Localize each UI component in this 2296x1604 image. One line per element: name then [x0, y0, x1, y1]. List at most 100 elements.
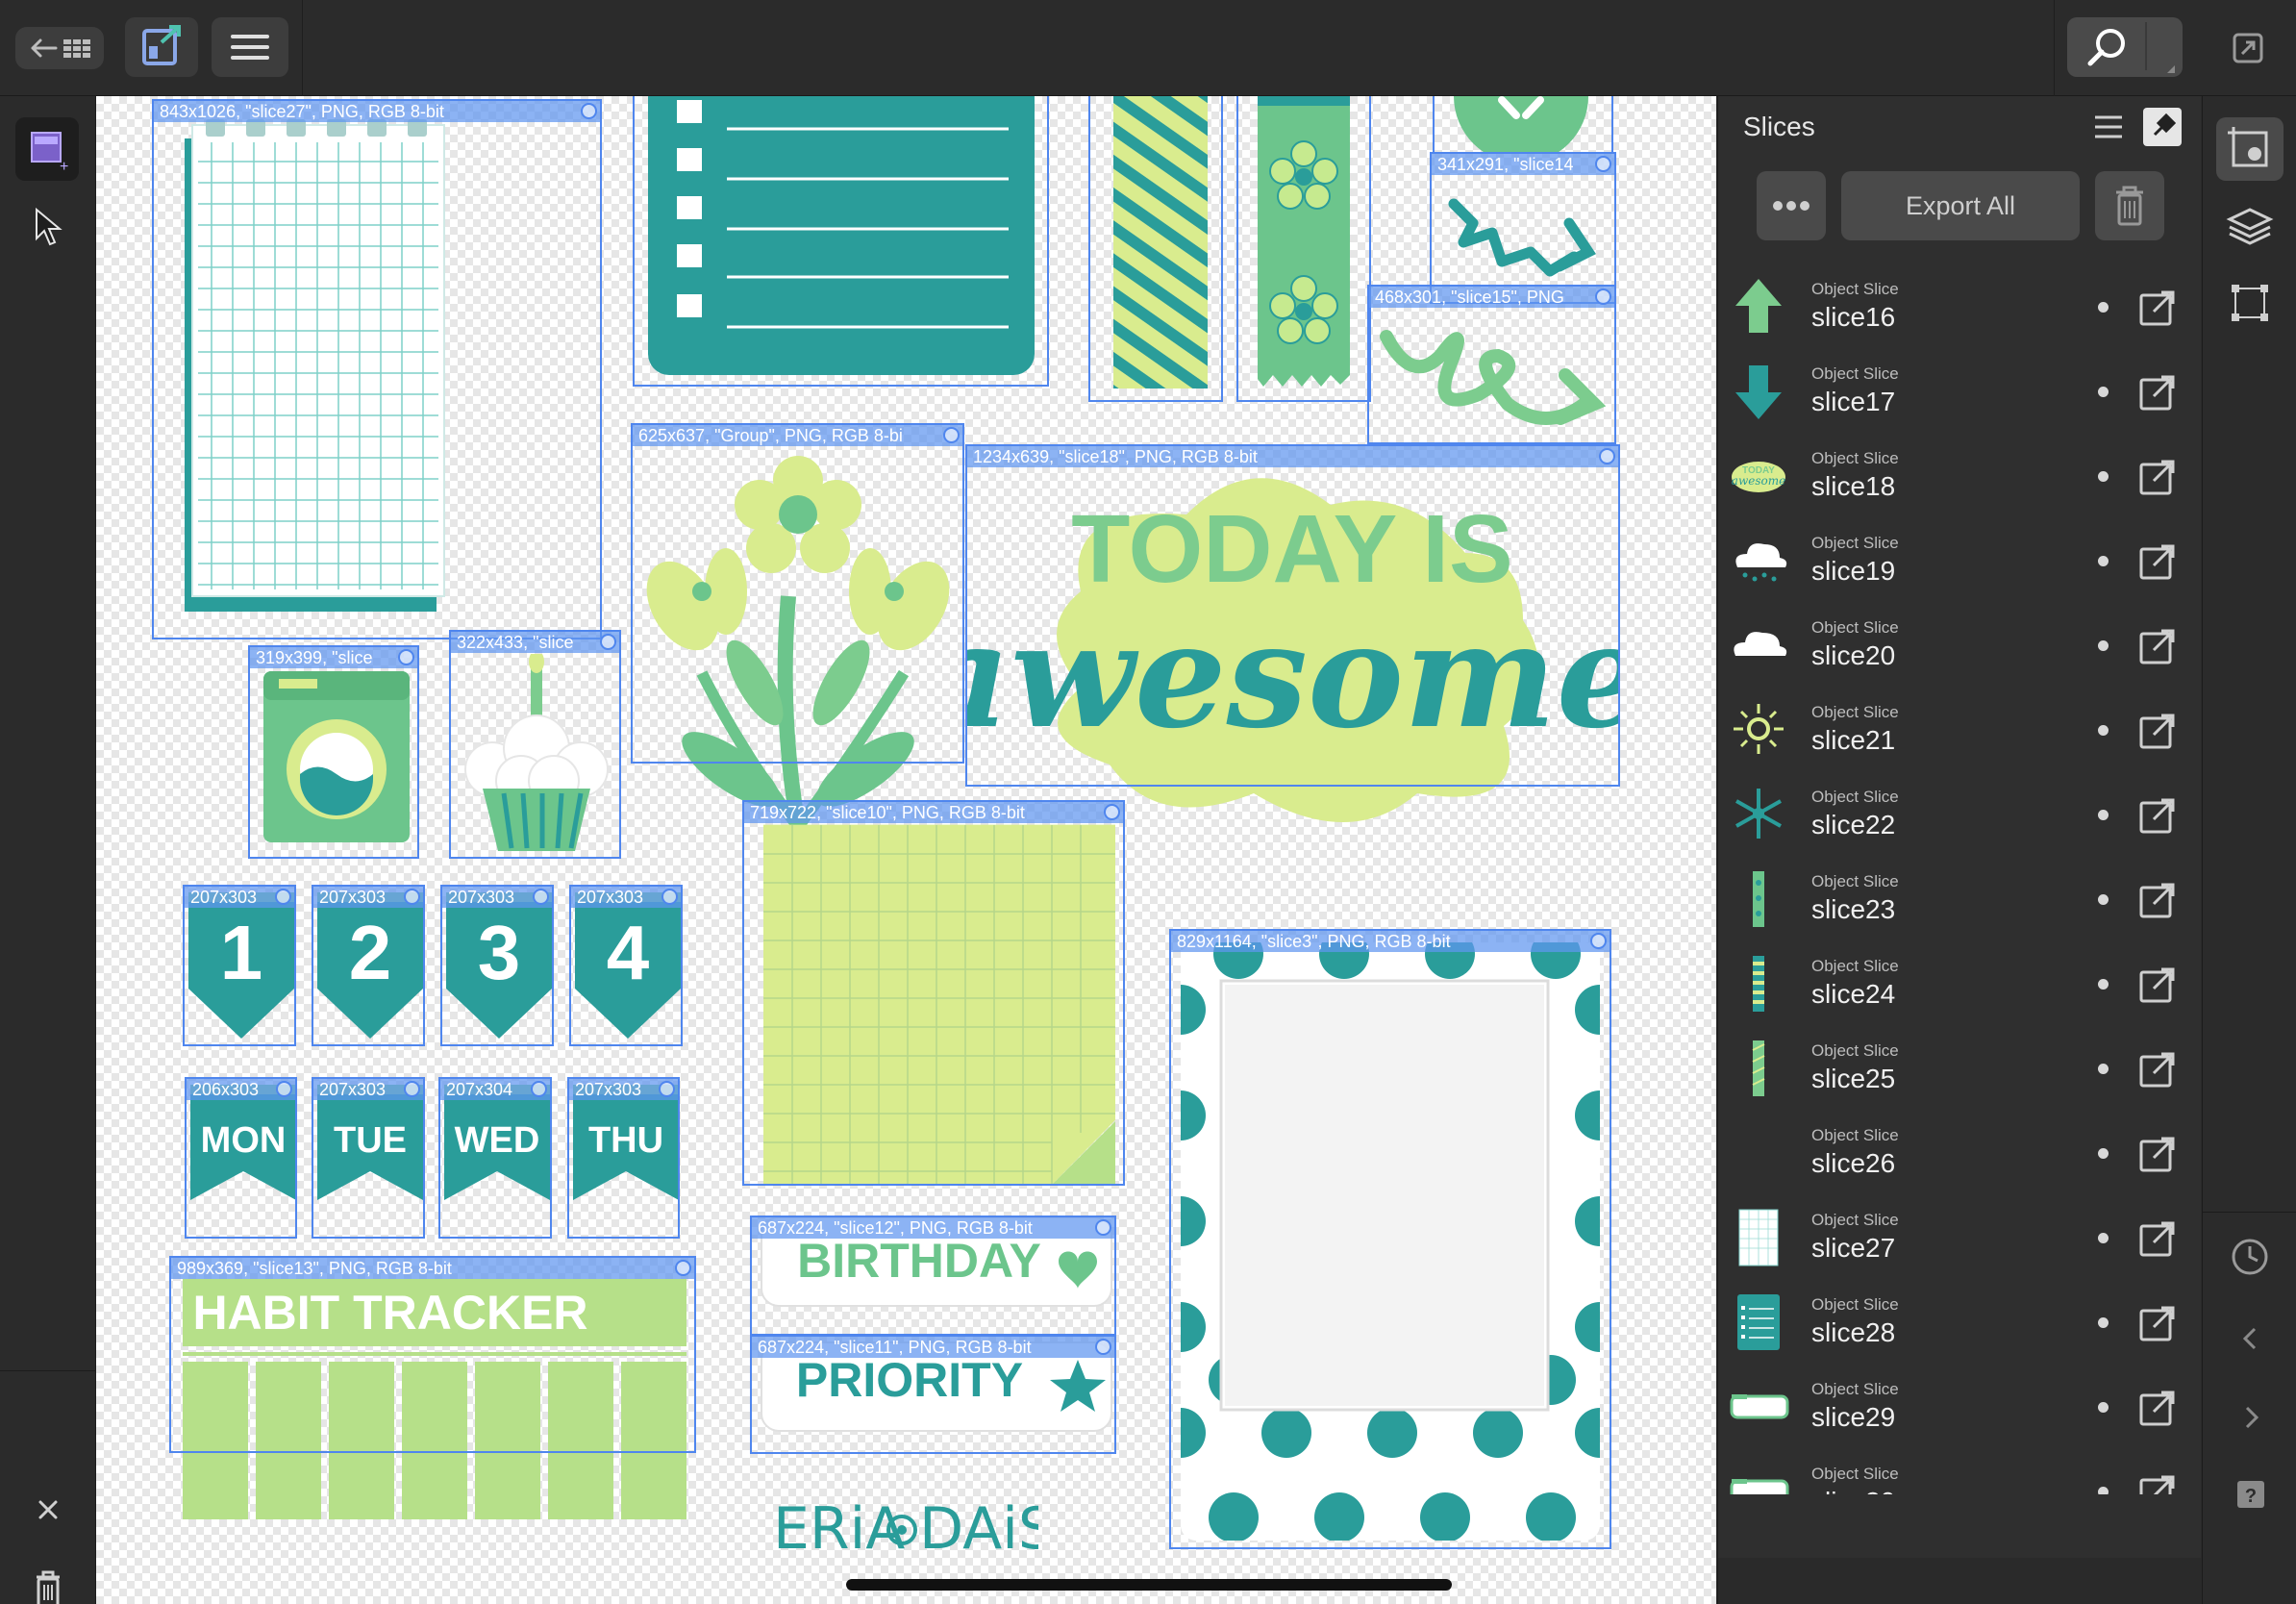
visibility-dot[interactable] — [2098, 1487, 2109, 1494]
export-slice-icon[interactable] — [2138, 1304, 2177, 1342]
list-item[interactable]: Object Slice slice17 — [1718, 348, 2202, 433]
slice-frame[interactable] — [1433, 96, 1613, 154]
slices-studio-button[interactable] — [2216, 117, 2284, 181]
slice-handle[interactable] — [533, 889, 549, 905]
list-item[interactable]: Object Slice slice19 — [1718, 517, 2202, 602]
export-slice-icon[interactable] — [2138, 1050, 2177, 1089]
main-menu-button[interactable] — [212, 17, 288, 77]
slice-handle[interactable] — [600, 634, 616, 650]
slice-frame[interactable]: 719x722, "slice10", PNG, RGB 8-bit — [742, 800, 1125, 1186]
list-item[interactable]: Object Slice slice23 — [1718, 856, 2202, 940]
more-options-button[interactable] — [1757, 171, 1826, 240]
history-studio-button[interactable] — [2226, 1233, 2274, 1281]
slice-handle[interactable] — [398, 649, 414, 665]
slice-frame[interactable]: 206x303 — [185, 1077, 297, 1239]
pin-panel-button[interactable] — [2143, 108, 2182, 146]
slice-handle[interactable] — [1095, 1339, 1111, 1355]
visibility-dot[interactable] — [2098, 302, 2109, 313]
slice-handle[interactable] — [276, 1081, 292, 1097]
slice-handle[interactable] — [1104, 804, 1120, 820]
collapse-left-button[interactable] — [2232, 1319, 2270, 1358]
slice-frame[interactable]: 207x303 — [183, 885, 296, 1046]
export-all-button[interactable]: Export All — [1841, 171, 2080, 240]
fullscreen-button[interactable] — [2229, 29, 2267, 67]
visibility-dot[interactable] — [2098, 1402, 2109, 1413]
slice-frame[interactable]: 319x399, "slice — [248, 645, 419, 859]
visibility-dot[interactable] — [2098, 979, 2109, 990]
visibility-dot[interactable] — [2098, 1064, 2109, 1074]
list-item[interactable]: Object Slice slice26 — [1718, 1110, 2202, 1194]
slices-list[interactable]: slice15 Object Slice slice16 Object Slice s… — [1718, 254, 2202, 1494]
export-slice-icon[interactable] — [2138, 881, 2177, 919]
export-slice-icon[interactable] — [2138, 1473, 2177, 1494]
list-item[interactable]: Object Slice slice22 — [1718, 771, 2202, 856]
list-item[interactable]: Object Slice slice29 — [1718, 1364, 2202, 1448]
slice-frame[interactable] — [1088, 96, 1223, 402]
delete-slice-button[interactable] — [2095, 171, 2164, 240]
slice-handle[interactable] — [404, 889, 420, 905]
slice-frame[interactable]: 989x369, "slice13", PNG, RGB 8-bit — [169, 1256, 696, 1453]
export-slice-icon[interactable] — [2138, 965, 2177, 1004]
export-slice-icon[interactable] — [2138, 796, 2177, 835]
export-slice-icon[interactable] — [2138, 542, 2177, 581]
home-indicator[interactable] — [846, 1579, 1452, 1591]
slice-frame[interactable]: 207x303 — [312, 885, 425, 1046]
slice-handle[interactable] — [581, 103, 597, 119]
list-item[interactable]: Object Slice slice24 — [1718, 940, 2202, 1025]
list-item[interactable]: Object Slice slice16 — [1718, 263, 2202, 348]
slice-frame[interactable]: 207x303 — [567, 1077, 680, 1239]
slice-frame[interactable]: 468x301, "slice15", PNG — [1367, 285, 1616, 444]
visibility-dot[interactable] — [2098, 1148, 2109, 1159]
slice-handle[interactable] — [1595, 156, 1611, 172]
visibility-dot[interactable] — [2098, 810, 2109, 820]
document-canvas[interactable]: 843x1026, "slice27", PNG, RGB 8-bit 341x… — [96, 96, 1716, 1604]
move-tool-button[interactable] — [29, 204, 67, 250]
slice-frame[interactable] — [1236, 96, 1371, 402]
slice-tool-button[interactable]: + — [15, 117, 79, 181]
visibility-dot[interactable] — [2098, 471, 2109, 482]
list-item[interactable]: Object Slice slice20 — [1718, 602, 2202, 687]
visibility-dot[interactable] — [2098, 1233, 2109, 1243]
export-slice-icon[interactable] — [2138, 712, 2177, 750]
slice-handle[interactable] — [531, 1081, 547, 1097]
list-item[interactable]: Object Slice slice21 — [1718, 687, 2202, 771]
slice-handle[interactable] — [1595, 288, 1611, 305]
visibility-dot[interactable] — [2098, 1317, 2109, 1328]
list-item[interactable]: slice15 — [1718, 254, 2202, 263]
list-item[interactable]: Object Slice slice30 — [1718, 1448, 2202, 1494]
export-slice-icon[interactable] — [2138, 627, 2177, 665]
export-slice-icon[interactable] — [2138, 458, 2177, 496]
slice-handle[interactable] — [661, 889, 678, 905]
panel-menu-button[interactable] — [2089, 110, 2128, 144]
slice-frame[interactable]: 207x303 — [440, 885, 554, 1046]
slice-handle[interactable] — [404, 1081, 420, 1097]
export-slice-icon[interactable] — [2138, 1219, 2177, 1258]
slice-frame[interactable]: 341x291, "slice14 — [1430, 152, 1616, 304]
visibility-dot[interactable] — [2098, 894, 2109, 905]
slice-handle[interactable] — [675, 1260, 691, 1276]
visibility-dot[interactable] — [2098, 640, 2109, 651]
visibility-dot[interactable] — [2098, 725, 2109, 736]
slice-frame[interactable]: 322x433, "slice — [449, 630, 621, 859]
slice-handle[interactable] — [1095, 1219, 1111, 1236]
delete-button[interactable] — [29, 1567, 67, 1604]
visibility-dot[interactable] — [2098, 556, 2109, 566]
slice-frame[interactable]: 1234x639, "slice18", PNG, RGB 8-bit — [965, 444, 1620, 787]
export-persona-button[interactable] — [125, 17, 198, 77]
slice-handle[interactable] — [1599, 448, 1615, 464]
export-slice-icon[interactable] — [2138, 373, 2177, 412]
slice-frame[interactable]: 207x304 — [438, 1077, 552, 1239]
slice-frame[interactable] — [633, 96, 1049, 387]
help-button[interactable]: ? — [2232, 1475, 2270, 1514]
export-slice-icon[interactable] — [2138, 1389, 2177, 1427]
transform-studio-button[interactable] — [2220, 279, 2280, 327]
expand-right-button[interactable] — [2232, 1398, 2270, 1437]
slice-frame[interactable]: 207x303 — [312, 1077, 425, 1239]
list-item[interactable]: Object Slice slice27 — [1718, 1194, 2202, 1279]
slice-frame[interactable]: 625x637, "Group", PNG, RGB 8-bi — [631, 423, 964, 764]
slice-handle[interactable] — [1590, 933, 1607, 949]
slice-handle[interactable] — [659, 1081, 675, 1097]
slice-frame[interactable]: 687x224, "slice11", PNG, RGB 8-bit — [750, 1335, 1116, 1454]
list-item[interactable]: Object Slice slice28 — [1718, 1279, 2202, 1364]
slice-frame[interactable]: 843x1026, "slice27", PNG, RGB 8-bit — [152, 99, 602, 639]
